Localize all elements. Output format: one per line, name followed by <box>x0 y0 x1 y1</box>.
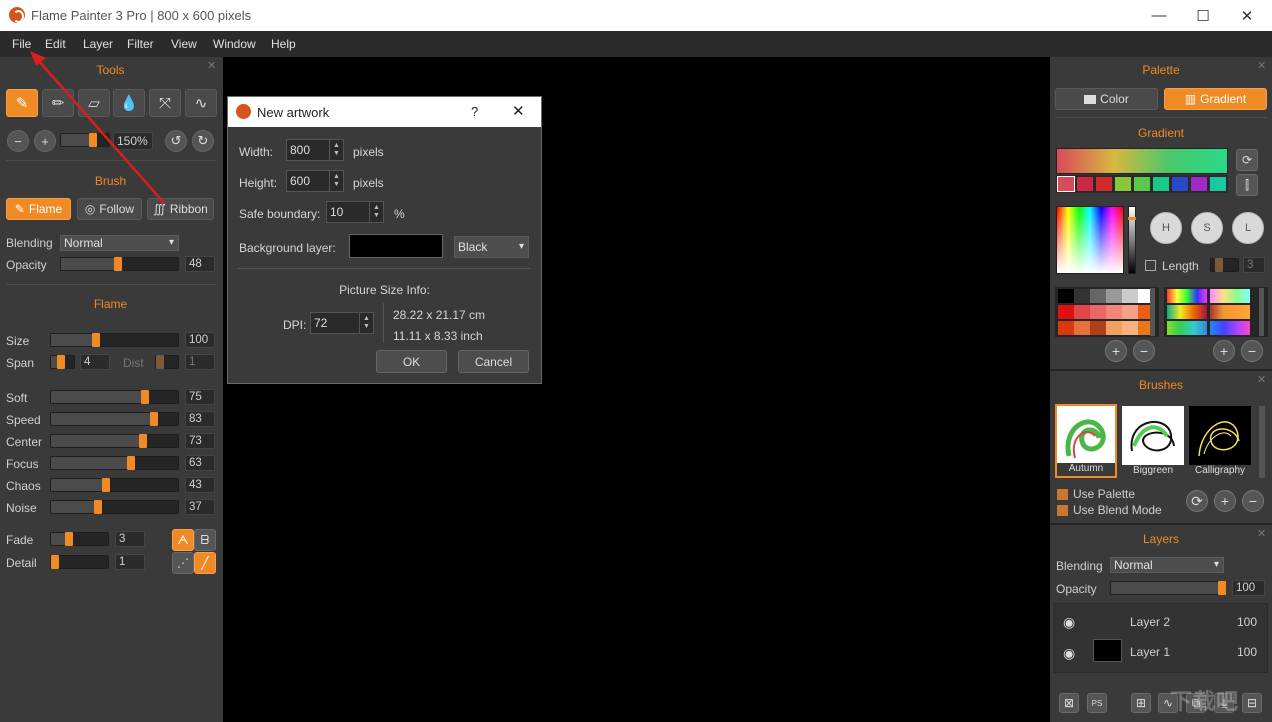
annotation-arrow <box>30 51 165 204</box>
watermark-logo: 下载吧 <box>1170 689 1240 714</box>
